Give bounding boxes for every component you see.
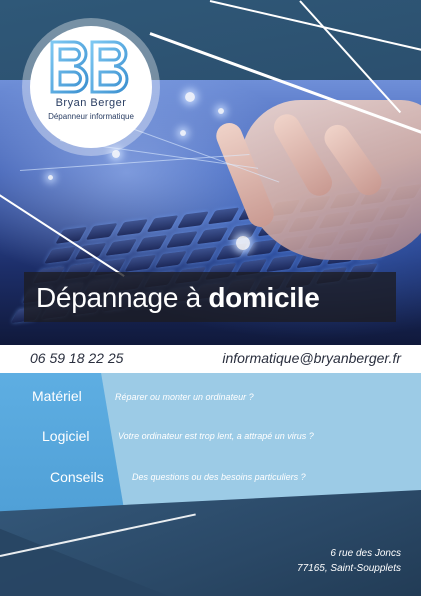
- headline-text: Dépannage à domicile: [36, 282, 320, 314]
- network-dot: [185, 92, 195, 102]
- phone-number[interactable]: 06 59 18 22 25: [30, 350, 123, 366]
- headline-normal: Dépannage à: [36, 282, 201, 313]
- service-desc-logiciel: Votre ordinateur est trop lent, a attrap…: [118, 431, 314, 441]
- logo-subtitle: Dépanneur informatique: [48, 112, 134, 121]
- flyer: Bryan Berger Dépanneur informatique Dépa…: [0, 0, 421, 596]
- service-desc-conseils: Des questions ou des besoins particulier…: [132, 472, 306, 482]
- service-label-materiel: Matériel: [32, 388, 82, 404]
- address-line-2: 77165, Saint-Soupplets: [297, 563, 401, 574]
- network-dot: [48, 175, 53, 180]
- network-dot: [236, 236, 250, 250]
- network-dot: [180, 130, 186, 136]
- logo-name: Bryan Berger: [55, 97, 127, 109]
- bb-logo-icon: [50, 40, 129, 94]
- service-desc-materiel: Réparer ou monter un ordinateur ?: [115, 392, 254, 402]
- service-label-logiciel: Logiciel: [42, 428, 90, 444]
- service-label-conseils: Conseils: [50, 469, 104, 485]
- headline-bold: domicile: [208, 282, 320, 313]
- decorative-line: [209, 0, 421, 61]
- network-dot: [218, 108, 224, 114]
- email-link[interactable]: informatique@bryanberger.fr: [222, 350, 401, 366]
- address-line-1: 6 rue des Joncs: [330, 548, 401, 559]
